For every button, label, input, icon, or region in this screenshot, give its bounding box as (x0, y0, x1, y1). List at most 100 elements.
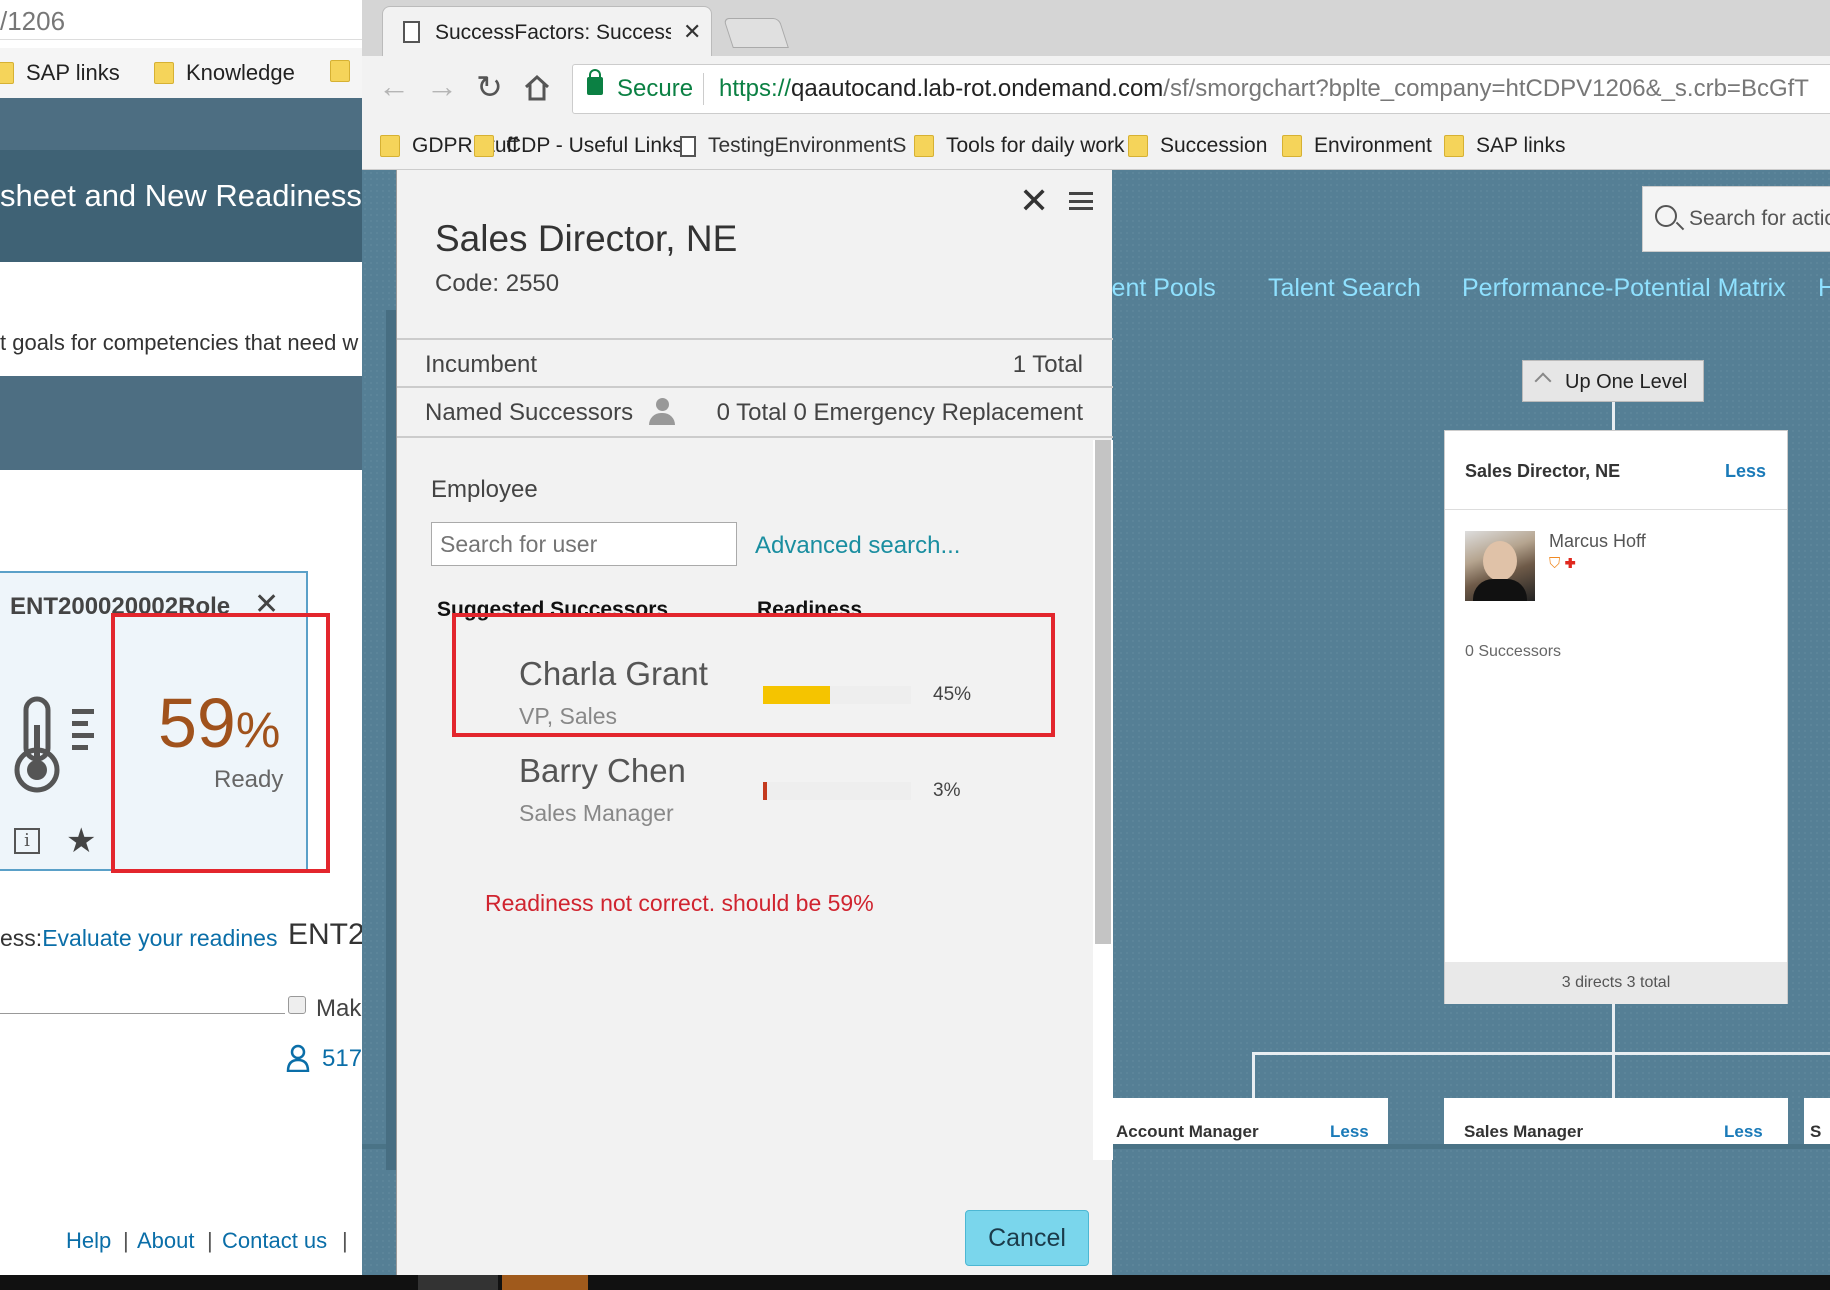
incumbent-row[interactable]: Incumbent 1 Total (397, 338, 1113, 388)
left-address-bar[interactable]: /1206 (0, 0, 362, 40)
forward-icon[interactable]: → (426, 68, 458, 105)
bookmark-cdp[interactable]: CDP - Useful Links (474, 134, 683, 158)
bookmark-succession[interactable]: Succession (1128, 134, 1267, 158)
evaluate-readiness-link[interactable]: Evaluate your readines (42, 925, 277, 951)
bookmark-label: Knowledge (186, 60, 295, 85)
cancel-button[interactable]: Cancel (965, 1210, 1089, 1266)
taskbar (0, 1275, 1830, 1290)
directs-count[interactable]: 3 directs 3 total (1445, 962, 1787, 1004)
action-search-box[interactable]: Search for actio (1642, 186, 1830, 252)
reload-icon[interactable]: ↻ (476, 68, 503, 106)
bookmark-environment[interactable]: Environment (1282, 134, 1432, 158)
checkbox-label: Mak (316, 995, 362, 1022)
readiness-bar-fill (763, 782, 767, 800)
bookmark-more[interactable] (330, 60, 350, 82)
bookmark-label: TestingEnvironmentS (708, 134, 907, 157)
up-one-level-label: Up One Level (1565, 371, 1688, 393)
incumbent-total: 1 Total (1012, 351, 1083, 378)
bookmark-label: CDP - Useful Links (506, 134, 684, 157)
taskbar-item[interactable] (502, 1275, 588, 1290)
bookmark-tools[interactable]: Tools for daily work (914, 134, 1125, 158)
less-link[interactable]: Less (1724, 1122, 1763, 1142)
close-icon[interactable]: ✕ (683, 19, 701, 45)
help-link[interactable]: Help (66, 1228, 111, 1254)
bookmark-label: Succession (1160, 134, 1268, 157)
code-value: 2550 (505, 270, 560, 297)
named-successors-label: Named Successors (425, 399, 634, 426)
new-tab-button[interactable] (723, 18, 789, 48)
thermometer-icon (14, 696, 94, 793)
readiness-bar (763, 782, 911, 800)
left-footer: Help | About | Contact us | (0, 1228, 362, 1275)
org-card-account-manager[interactable]: Account Manager Less (1112, 1098, 1388, 1144)
avatar[interactable] (1465, 531, 1535, 601)
employee-name[interactable]: Marcus Hoff (1549, 531, 1646, 552)
dialog-shadow (386, 310, 396, 1170)
scrollbar-thumb[interactable] (1095, 440, 1111, 944)
lock-icon (587, 69, 603, 95)
about-link[interactable]: About (137, 1228, 195, 1254)
bookmark-sap-links[interactable]: SAP links (0, 60, 120, 86)
left-url-text: /1206 (0, 6, 66, 36)
tab-title: SuccessFactors: Successio (435, 21, 671, 44)
search-user-input[interactable] (431, 522, 737, 566)
org-card-partial[interactable]: S (1804, 1098, 1830, 1144)
sub-card-title: S (1810, 1122, 1822, 1141)
left-title-band: sheet and New Readiness (0, 150, 362, 262)
goals-text: t goals for competencies that need w (0, 330, 359, 355)
puzzle-icon: ✚ (1564, 555, 1576, 572)
org-card-sales-manager[interactable]: Sales Manager Less (1444, 1098, 1788, 1144)
url-text: https://qaautocand.lab-rot.ondemand.com/… (719, 75, 1809, 103)
less-link[interactable]: Less (1330, 1122, 1369, 1142)
less-link[interactable]: Less (1725, 461, 1766, 482)
annotation-box-left (111, 613, 330, 873)
menu-icon[interactable] (1069, 192, 1093, 210)
info-icon[interactable]: i (14, 828, 40, 854)
back-icon[interactable]: ← (378, 68, 410, 105)
nav-talent-pools[interactable]: lent Pools (1106, 274, 1216, 303)
org-connector (1252, 1052, 1830, 1055)
chevron-up-icon (1534, 372, 1552, 390)
tab-successfactors[interactable]: SuccessFactors: Successio ✕ (382, 6, 712, 56)
nav-performance-potential-matrix[interactable]: Performance-Potential Matrix (1462, 274, 1786, 303)
annotation-note: Readiness not correct. should be 59% (485, 890, 874, 916)
bookmark-testing[interactable]: TestingEnvironmentS (680, 134, 912, 158)
folder-icon (914, 135, 934, 157)
left-header-band (0, 98, 362, 150)
flag-icons: ⛉ ✚ (1549, 555, 1576, 572)
employee-label: Employee (431, 476, 538, 503)
bookmark-knowledge[interactable]: Knowledge (154, 60, 295, 86)
ent-fragment: ENT2 (288, 918, 362, 951)
incumbent-label: Incumbent (425, 351, 538, 378)
nav-talent-search[interactable]: Talent Search (1268, 274, 1421, 303)
nav-more[interactable]: H (1818, 274, 1830, 303)
up-one-level-button[interactable]: Up One Level (1522, 360, 1704, 402)
folder-icon (380, 135, 400, 157)
user-count-link[interactable]: 517 (322, 1045, 362, 1073)
close-icon[interactable]: ✕ (1019, 180, 1049, 222)
taskbar-item[interactable] (418, 1275, 498, 1290)
star-icon[interactable]: ★ (66, 821, 96, 861)
divider (0, 1013, 285, 1014)
user-icon (286, 1044, 310, 1072)
folder-icon (330, 60, 350, 82)
make-checkbox[interactable] (288, 996, 306, 1014)
org-position-card[interactable]: Sales Director, NE Less Marcus Hoff ⛉ ✚ … (1444, 430, 1788, 1004)
advanced-search-link[interactable]: Advanced search... (755, 532, 960, 560)
address-bar[interactable]: Secure https://qaautocand.lab-rot.ondema… (572, 64, 1830, 114)
named-successors-row[interactable]: Named Successors 0 Total 0 Emergency Rep… (397, 388, 1113, 438)
browser-toolbar: ← → ↻ Secure https://qaautocand.lab-rot.… (362, 56, 1830, 124)
evaluate-prefix: ess: (0, 925, 43, 951)
evaluate-line: ess:Evaluate your readines (0, 925, 277, 952)
url-path: /sf/smorgchart?bplte_company=htCDPV1206&… (1163, 75, 1809, 102)
folder-icon (1128, 135, 1148, 157)
successors-count: 0 Successors (1465, 643, 1562, 660)
home-icon[interactable] (524, 74, 550, 102)
search-placeholder: Search for actio (1689, 207, 1830, 230)
contact-us-link[interactable]: Contact us (222, 1228, 327, 1254)
footer-separator: | (123, 1228, 129, 1253)
annotation-box-dialog (452, 613, 1055, 737)
left-section-band (0, 376, 362, 470)
bookmark-sap-links[interactable]: SAP links (1444, 134, 1566, 158)
candidate-name[interactable]: Barry Chen (519, 752, 686, 790)
